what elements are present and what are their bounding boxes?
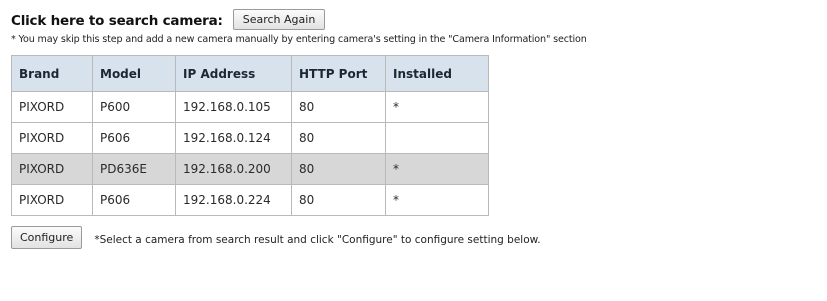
column-header-model: Model: [92, 55, 176, 92]
camera-search-panel: Click here to search camera: Search Agai…: [11, 8, 823, 249]
cell-model: PD636E: [92, 153, 176, 185]
table-row-selected[interactable]: PIXORD PD636E 192.168.0.200 80 *: [11, 153, 489, 185]
cell-brand: PIXORD: [11, 184, 93, 216]
cell-model: P600: [92, 91, 176, 123]
cell-model: P606: [92, 122, 176, 154]
column-header-http-port: HTTP Port: [291, 55, 386, 92]
table-row[interactable]: PIXORD P600 192.168.0.105 80 *: [11, 91, 489, 123]
search-title: Click here to search camera:: [11, 13, 223, 29]
cell-installed: [385, 122, 489, 154]
configure-button[interactable]: Configure: [11, 226, 83, 249]
cell-brand: PIXORD: [11, 122, 93, 154]
column-header-ip-address: IP Address: [175, 55, 292, 92]
column-header-brand: Brand: [11, 55, 93, 92]
table-row[interactable]: PIXORD P606 192.168.0.124 80: [11, 122, 489, 154]
configure-note: *Select a camera from search result and …: [94, 234, 541, 246]
cell-brand: PIXORD: [11, 91, 93, 123]
cell-ip-address: 192.168.0.105: [175, 91, 292, 123]
configure-row: Configure *Select a camera from search r…: [11, 226, 823, 249]
search-hint: * You may skip this step and add a new c…: [11, 34, 587, 45]
search-row: Click here to search camera: Search Agai…: [11, 8, 823, 34]
camera-results-table: Brand Model IP Address HTTP Port Install…: [11, 55, 489, 216]
cell-model: P606: [92, 184, 176, 216]
cell-ip-address: 192.168.0.200: [175, 153, 292, 185]
cell-http-port: 80: [291, 153, 386, 185]
cell-installed: *: [385, 184, 489, 216]
column-header-installed: Installed: [385, 55, 489, 92]
cell-ip-address: 192.168.0.124: [175, 122, 292, 154]
cell-http-port: 80: [291, 122, 386, 154]
search-again-button[interactable]: Search Again: [232, 8, 326, 30]
cell-ip-address: 192.168.0.224: [175, 184, 292, 216]
cell-installed: *: [385, 153, 489, 185]
table-row[interactable]: PIXORD P606 192.168.0.224 80 *: [11, 184, 489, 216]
cell-http-port: 80: [291, 184, 386, 216]
cell-brand: PIXORD: [11, 153, 93, 185]
table-header-row: Brand Model IP Address HTTP Port Install…: [11, 55, 489, 92]
cell-http-port: 80: [291, 91, 386, 123]
cell-installed: *: [385, 91, 489, 123]
